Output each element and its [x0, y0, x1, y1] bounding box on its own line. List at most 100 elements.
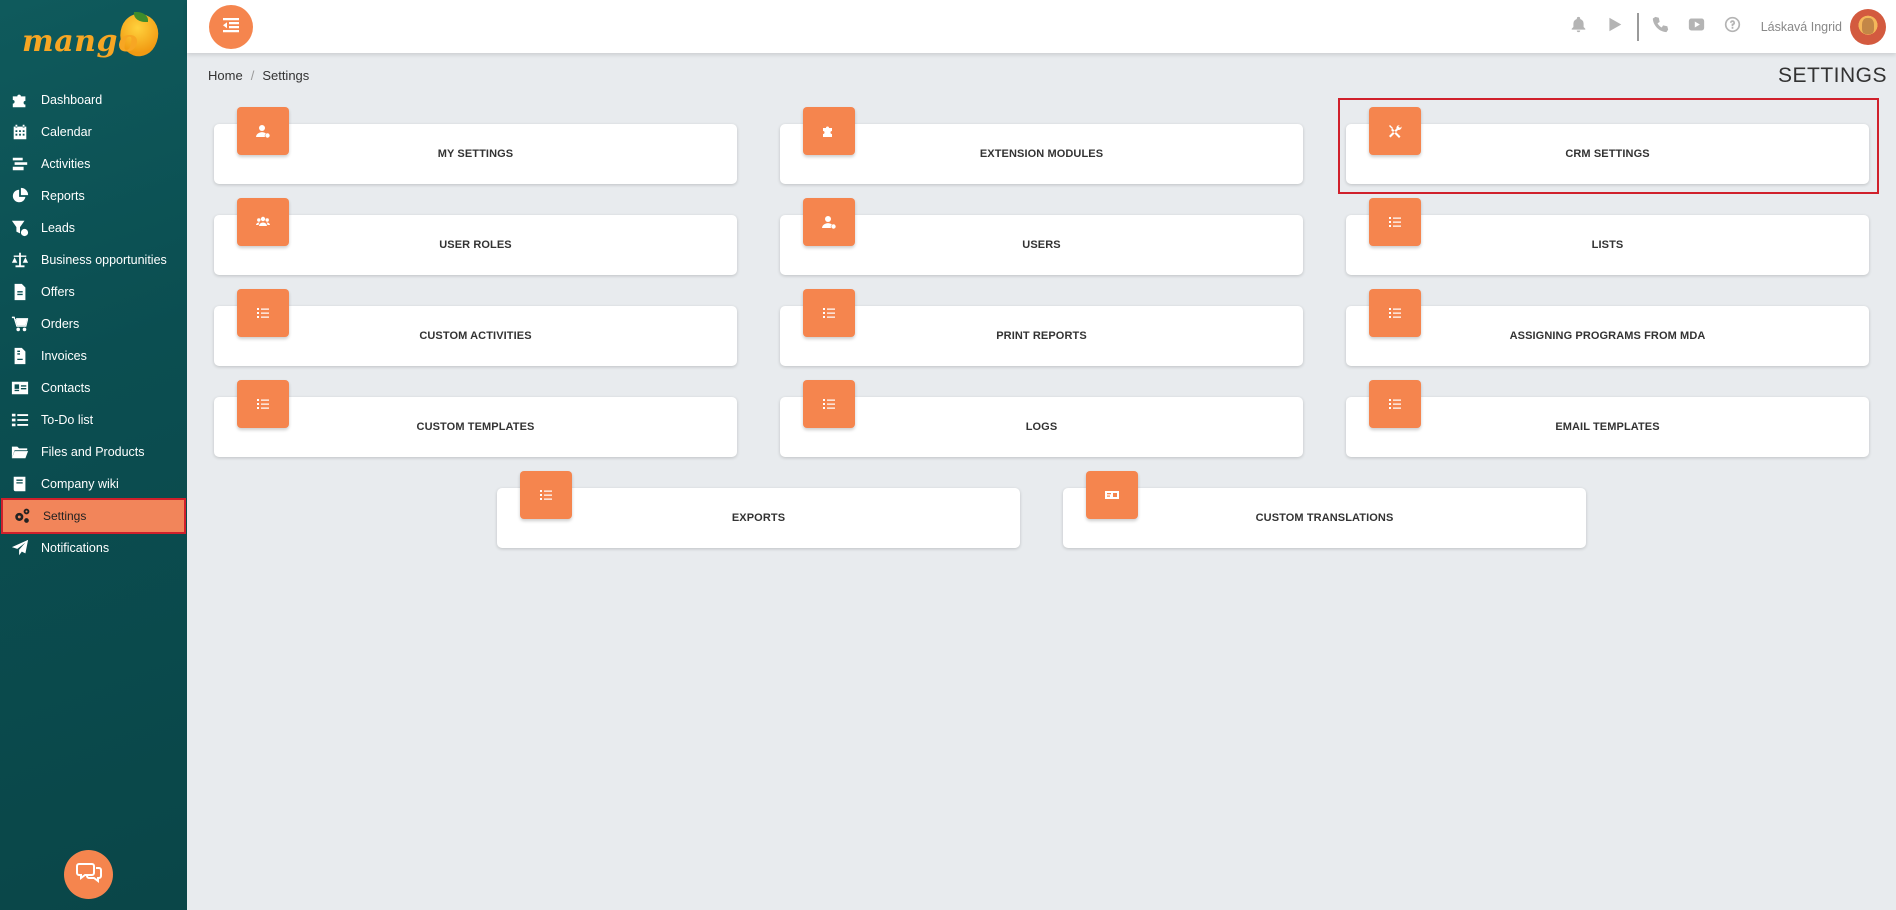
card-label: EXTENSION MODULES	[979, 148, 1104, 160]
sidebar-item-label: Offers	[41, 285, 75, 299]
sidebar-item-label: Dashboard	[41, 93, 103, 107]
phone-button[interactable]	[1643, 0, 1679, 53]
menu-toggle-button[interactable]	[209, 5, 253, 49]
sidebar-item-label: Calendar	[41, 125, 92, 139]
gears-icon	[12, 506, 32, 526]
sidebar-nav: Dashboard Calendar Activities Reports Le…	[0, 84, 187, 564]
sidebar-item-label: Contacts	[41, 381, 91, 395]
card-print-reports[interactable]: PRINT REPORTS	[780, 289, 1303, 366]
card-label: EXPORTS	[731, 512, 786, 524]
logo-text: mango	[22, 24, 139, 59]
page-title: SETTINGS	[1777, 64, 1887, 87]
card-crm-settings[interactable]: CRM SETTINGS	[1346, 107, 1869, 184]
breadcrumb: Home / Settings	[208, 68, 309, 83]
checklist-icon	[10, 410, 30, 430]
sidebar-item-contacts[interactable]: Contacts	[0, 372, 187, 404]
sidebar-item-settings[interactable]: Settings	[1, 498, 186, 534]
card-label: EMAIL TEMPLATES	[1555, 421, 1660, 433]
document-icon	[10, 282, 30, 302]
phone-icon	[1652, 16, 1669, 38]
sidebar-item-label: Notifications	[41, 541, 110, 555]
sidebar-item-calendar[interactable]: Calendar	[0, 116, 187, 148]
sidebar-item-label: Settings	[43, 509, 87, 523]
card-custom-activities[interactable]: CUSTOM ACTIVITIES	[214, 289, 737, 366]
calendar-icon	[10, 122, 30, 142]
invoice-icon	[10, 346, 30, 366]
youtube-icon	[1688, 16, 1705, 38]
cart-icon	[10, 314, 30, 334]
card-label: CUSTOM ACTIVITIES	[419, 330, 532, 342]
sidebar-item-leads[interactable]: Leads	[0, 212, 187, 244]
play-button[interactable]	[1597, 0, 1633, 53]
card-label: PRINT REPORTS	[996, 330, 1087, 342]
sidebar-item-label: Invoices	[41, 349, 87, 363]
topbar: Láskavá Ingrid	[187, 0, 1896, 53]
sidebar-item-dashboard[interactable]: Dashboard	[0, 84, 187, 116]
scale-icon	[10, 250, 30, 270]
sidebar-item-todo[interactable]: To-Do list	[0, 404, 187, 436]
sidebar-item-offers[interactable]: Offers	[0, 276, 187, 308]
card-label: USER ROLES	[439, 239, 512, 251]
topbar-actions: Láskavá Ingrid	[1561, 0, 1896, 53]
sidebar: mango Dashboard Calendar Activities Repo…	[0, 0, 187, 910]
sidebar-item-label: Orders	[41, 317, 80, 331]
card-exports[interactable]: EXPORTS	[497, 471, 1020, 548]
breadcrumb-home-link[interactable]: Home	[208, 68, 243, 83]
card-label: USERS	[1022, 239, 1061, 251]
menu-collapse-icon	[221, 15, 241, 40]
sidebar-item-label: Business opportunities	[41, 253, 167, 267]
mango-logo[interactable]: mango	[22, 8, 165, 64]
breadcrumb-current: Settings	[262, 68, 310, 83]
funnel-icon	[10, 218, 30, 238]
activities-icon	[10, 154, 30, 174]
paper-plane-icon	[10, 538, 30, 558]
card-email-templates[interactable]: EMAIL TEMPLATES	[1346, 380, 1869, 457]
card-label: CRM SETTINGS	[1565, 148, 1650, 160]
card-label: CUSTOM TEMPLATES	[416, 421, 535, 433]
sidebar-item-label: Leads	[41, 221, 76, 235]
contact-card-icon	[10, 378, 30, 398]
help-button[interactable]	[1715, 0, 1751, 53]
card-label: ASSIGNING PROGRAMS FROM MDA	[1509, 330, 1706, 342]
sidebar-item-activities[interactable]: Activities	[0, 148, 187, 180]
sidebar-item-business-opportunities[interactable]: Business opportunities	[0, 244, 187, 276]
puzzle-icon	[10, 90, 30, 110]
card-assigning-programs[interactable]: ASSIGNING PROGRAMS FROM MDA	[1346, 289, 1869, 366]
sidebar-item-reports[interactable]: Reports	[0, 180, 187, 212]
username[interactable]: Láskavá Ingrid	[1761, 20, 1842, 34]
sidebar-item-files-products[interactable]: Files and Products	[0, 436, 187, 468]
book-icon	[10, 474, 30, 494]
card-custom-translations[interactable]: CUSTOM TRANSLATIONS	[1063, 471, 1586, 548]
chat-bubbles-icon	[75, 859, 102, 890]
card-label: CUSTOM TRANSLATIONS	[1255, 512, 1394, 524]
notifications-bell-button[interactable]	[1561, 0, 1597, 53]
play-icon	[1606, 16, 1623, 38]
sidebar-item-orders[interactable]: Orders	[0, 308, 187, 340]
sidebar-item-label: Reports	[41, 189, 85, 203]
sidebar-item-invoices[interactable]: Invoices	[0, 340, 187, 372]
sidebar-item-company-wiki[interactable]: Company wiki	[0, 468, 187, 500]
card-lists[interactable]: LISTS	[1346, 198, 1869, 275]
card-my-settings[interactable]: MY SETTINGS	[214, 107, 737, 184]
sidebar-item-label: Company wiki	[41, 477, 119, 491]
sidebar-item-label: Files and Products	[41, 445, 145, 459]
sidebar-item-notifications[interactable]: Notifications	[0, 532, 187, 564]
card-label: MY SETTINGS	[437, 148, 514, 160]
card-users[interactable]: USERS	[780, 198, 1303, 275]
sidebar-item-label: To-Do list	[41, 413, 94, 427]
card-logs[interactable]: LOGS	[780, 380, 1303, 457]
pie-chart-icon	[10, 186, 30, 206]
folder-icon	[10, 442, 30, 462]
card-user-roles[interactable]: USER ROLES	[214, 198, 737, 275]
youtube-button[interactable]	[1679, 0, 1715, 53]
card-label: LOGS	[1025, 421, 1058, 433]
avatar[interactable]	[1850, 8, 1886, 45]
help-icon	[1724, 16, 1741, 38]
bell-icon	[1570, 16, 1587, 38]
sidebar-item-label: Activities	[41, 157, 91, 171]
chat-button[interactable]	[64, 850, 113, 899]
card-label: LISTS	[1591, 239, 1624, 251]
card-extension-modules[interactable]: EXTENSION MODULES	[780, 107, 1303, 184]
card-custom-templates[interactable]: CUSTOM TEMPLATES	[214, 380, 737, 457]
breadcrumb-separator: /	[250, 68, 255, 83]
